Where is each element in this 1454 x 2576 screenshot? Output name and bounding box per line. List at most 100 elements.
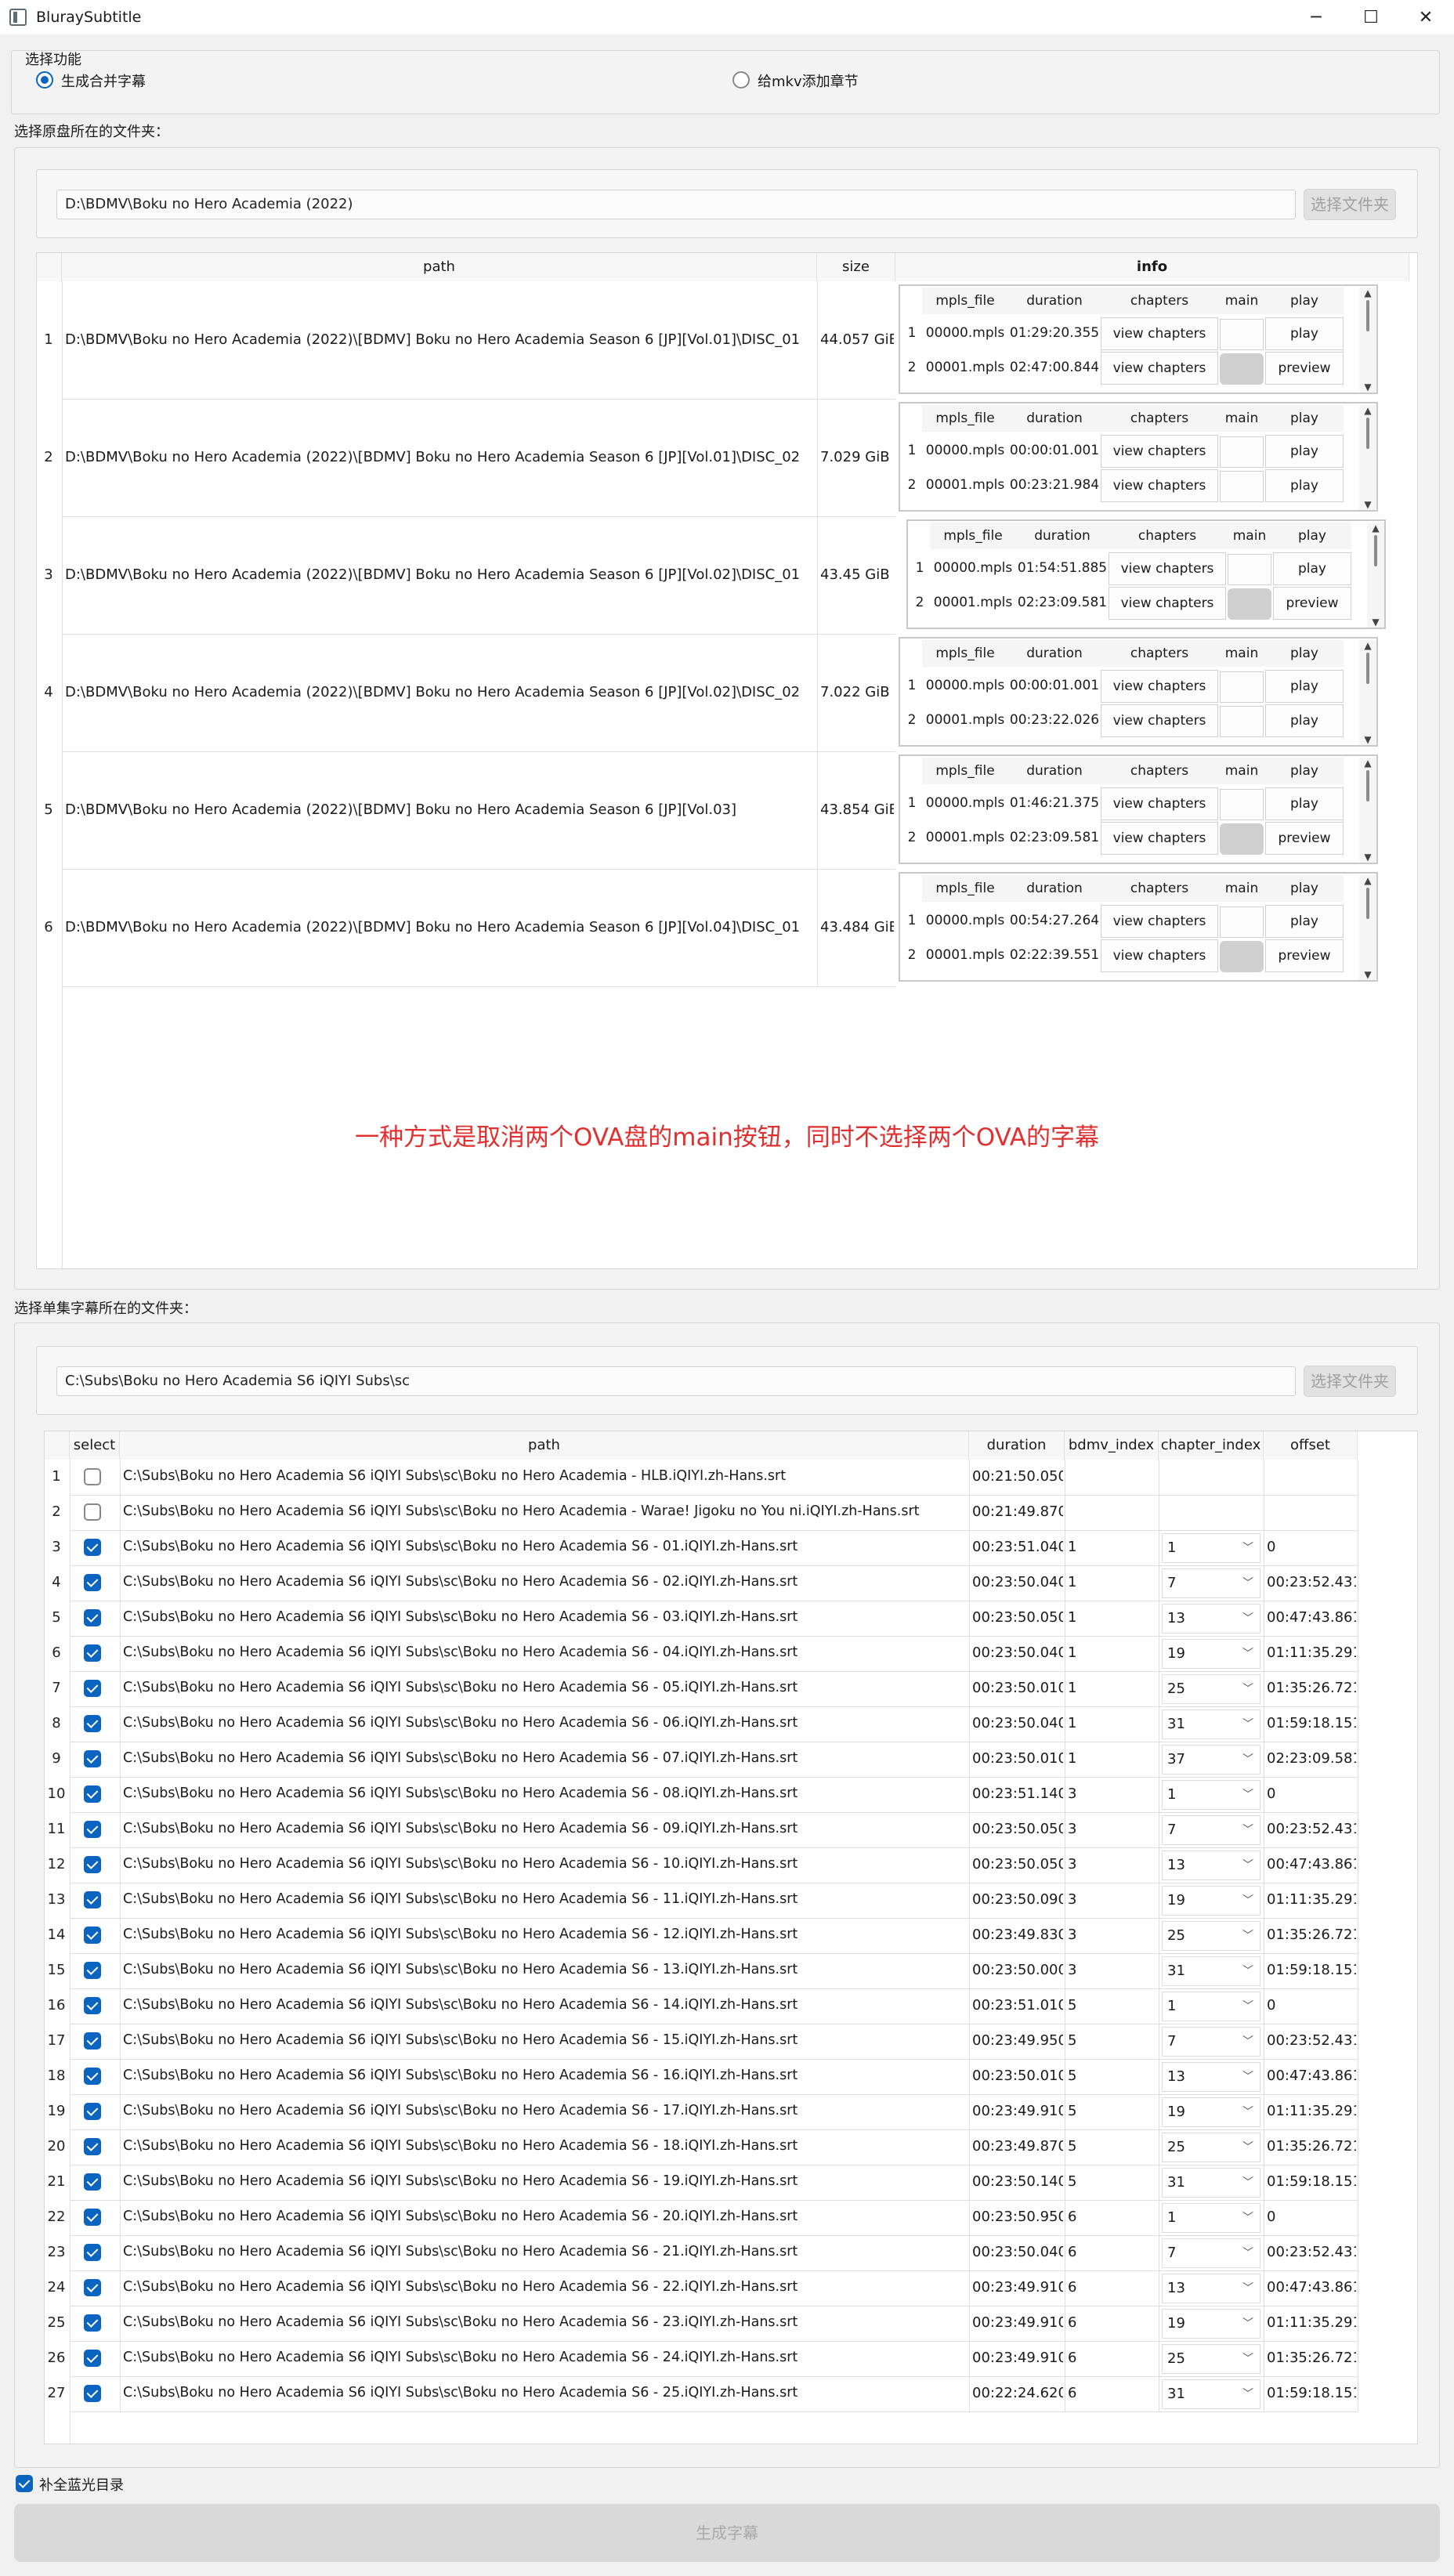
subtitle-select-checkbox[interactable] bbox=[84, 2068, 101, 2085]
mpls-scrollbar[interactable]: ▲ ▼ bbox=[1367, 523, 1384, 628]
chapter-index-dropdown[interactable]: 37 ﹀ bbox=[1162, 1745, 1260, 1775]
view-chapters-button[interactable]: view chapters bbox=[1101, 905, 1218, 938]
view-chapters-button[interactable]: view chapters bbox=[1101, 435, 1218, 468]
subs-choose-folder-button[interactable]: 选择文件夹 bbox=[1304, 1366, 1396, 1397]
bdmv-col-header-path[interactable]: path bbox=[62, 253, 817, 281]
subtitle-select-checkbox[interactable] bbox=[84, 2314, 101, 2332]
play-button[interactable]: play bbox=[1265, 469, 1344, 502]
scrollbar-thumb[interactable] bbox=[1366, 888, 1369, 919]
chapter-index-dropdown[interactable]: 1 ﹀ bbox=[1162, 1533, 1260, 1563]
view-chapters-button[interactable]: view chapters bbox=[1101, 787, 1218, 820]
scrollbar-thumb[interactable] bbox=[1374, 535, 1377, 566]
subs-col-header-chapter_index[interactable]: chapter_index bbox=[1159, 1431, 1264, 1460]
main-toggle-button[interactable] bbox=[1220, 789, 1264, 820]
maximize-button[interactable]: ☐ bbox=[1344, 0, 1398, 34]
scroll-up-arrow-icon[interactable]: ▲ bbox=[1359, 875, 1376, 886]
subtitle-select-checkbox[interactable] bbox=[84, 1750, 101, 1767]
main-toggle-button[interactable] bbox=[1220, 906, 1264, 938]
play-button[interactable]: play bbox=[1265, 905, 1344, 938]
subtitle-select-checkbox[interactable] bbox=[84, 1503, 101, 1521]
subtitle-select-checkbox[interactable] bbox=[84, 1785, 101, 1803]
chapter-index-dropdown[interactable]: 1 ﹀ bbox=[1162, 2203, 1260, 2233]
scroll-down-arrow-icon[interactable]: ▼ bbox=[1367, 617, 1384, 628]
subtitle-select-checkbox[interactable] bbox=[84, 1539, 101, 1556]
subtitle-select-checkbox[interactable] bbox=[84, 1680, 101, 1697]
title-bar[interactable]: BluraySubtitle ─ ☐ ✕ bbox=[0, 0, 1454, 34]
close-button[interactable]: ✕ bbox=[1398, 0, 1453, 34]
chapter-index-dropdown[interactable]: 19 ﹀ bbox=[1162, 2097, 1260, 2127]
subtitle-select-checkbox[interactable] bbox=[84, 2244, 101, 2261]
main-toggle-button[interactable] bbox=[1220, 941, 1264, 972]
chapter-index-dropdown[interactable]: 31 ﹀ bbox=[1162, 1709, 1260, 1739]
view-chapters-button[interactable]: view chapters bbox=[1101, 822, 1218, 855]
play-button[interactable]: play bbox=[1273, 552, 1351, 585]
view-chapters-button[interactable]: view chapters bbox=[1101, 352, 1218, 385]
chapter-index-dropdown[interactable]: 7 ﹀ bbox=[1162, 2027, 1260, 2057]
chapter-index-dropdown[interactable]: 19 ﹀ bbox=[1162, 1886, 1260, 1916]
chapter-index-dropdown[interactable]: 7 ﹀ bbox=[1162, 2238, 1260, 2268]
chapter-index-dropdown[interactable]: 1 ﹀ bbox=[1162, 1780, 1260, 1810]
main-toggle-button[interactable] bbox=[1220, 671, 1264, 703]
subtitle-select-checkbox[interactable] bbox=[84, 1609, 101, 1626]
main-toggle-button[interactable] bbox=[1220, 436, 1264, 468]
subtitle-select-checkbox[interactable] bbox=[84, 1856, 101, 1873]
scroll-up-arrow-icon[interactable]: ▲ bbox=[1367, 523, 1384, 534]
view-chapters-button[interactable]: view chapters bbox=[1101, 670, 1218, 703]
subs-col-header-duration[interactable]: duration bbox=[969, 1431, 1065, 1460]
main-toggle-button[interactable] bbox=[1220, 823, 1264, 855]
minimize-button[interactable]: ─ bbox=[1289, 0, 1344, 34]
preview-button[interactable]: preview bbox=[1273, 587, 1351, 620]
play-button[interactable]: play bbox=[1265, 435, 1344, 468]
scroll-down-arrow-icon[interactable]: ▼ bbox=[1359, 734, 1376, 745]
chapter-index-dropdown[interactable]: 19 ﹀ bbox=[1162, 2309, 1260, 2339]
scrollbar-thumb[interactable] bbox=[1366, 653, 1369, 684]
subtitle-select-checkbox[interactable] bbox=[84, 2385, 101, 2402]
play-button[interactable]: play bbox=[1265, 317, 1344, 350]
subs-col-header-select[interactable]: select bbox=[70, 1431, 120, 1460]
view-chapters-button[interactable]: view chapters bbox=[1101, 469, 1218, 502]
mpls-scrollbar[interactable]: ▲ ▼ bbox=[1359, 758, 1376, 863]
view-chapters-button[interactable]: view chapters bbox=[1109, 552, 1226, 585]
play-button[interactable]: play bbox=[1265, 670, 1344, 703]
preview-button[interactable]: preview bbox=[1265, 352, 1344, 385]
subs-col-header-offset[interactable]: offset bbox=[1264, 1431, 1358, 1460]
subtitle-select-checkbox[interactable] bbox=[84, 2279, 101, 2296]
scroll-down-arrow-icon[interactable]: ▼ bbox=[1359, 969, 1376, 980]
subtitle-select-checkbox[interactable] bbox=[84, 1574, 101, 1591]
subtitle-select-checkbox[interactable] bbox=[84, 1644, 101, 1662]
view-chapters-button[interactable]: view chapters bbox=[1109, 587, 1226, 620]
chapter-index-dropdown[interactable]: 25 ﹀ bbox=[1162, 2344, 1260, 2374]
main-toggle-button[interactable] bbox=[1220, 471, 1264, 502]
mpls-scrollbar[interactable]: ▲ ▼ bbox=[1359, 288, 1376, 393]
chapter-index-dropdown[interactable]: 25 ﹀ bbox=[1162, 1674, 1260, 1704]
scroll-up-arrow-icon[interactable]: ▲ bbox=[1359, 640, 1376, 651]
main-toggle-button[interactable] bbox=[1228, 554, 1271, 585]
main-toggle-button[interactable] bbox=[1220, 319, 1264, 350]
main-toggle-button[interactable] bbox=[1220, 706, 1264, 737]
chapter-index-dropdown[interactable]: 31 ﹀ bbox=[1162, 2379, 1260, 2409]
scrollbar-thumb[interactable] bbox=[1366, 300, 1369, 331]
scroll-up-arrow-icon[interactable]: ▲ bbox=[1359, 758, 1376, 769]
scrollbar-thumb[interactable] bbox=[1366, 418, 1369, 449]
main-toggle-button[interactable] bbox=[1220, 353, 1264, 385]
subtitle-select-checkbox[interactable] bbox=[84, 1468, 101, 1485]
scroll-up-arrow-icon[interactable]: ▲ bbox=[1359, 288, 1376, 298]
play-button[interactable]: play bbox=[1265, 787, 1344, 820]
view-chapters-button[interactable]: view chapters bbox=[1101, 317, 1218, 350]
chapter-index-dropdown[interactable]: 13 ﹀ bbox=[1162, 2274, 1260, 2303]
subs-col-header-path[interactable]: path bbox=[120, 1431, 969, 1460]
mpls-scrollbar[interactable]: ▲ ▼ bbox=[1359, 640, 1376, 745]
subtitle-select-checkbox[interactable] bbox=[84, 2209, 101, 2226]
chapter-index-dropdown[interactable]: 25 ﹀ bbox=[1162, 1921, 1260, 1951]
subtitle-select-checkbox[interactable] bbox=[84, 1891, 101, 1908]
subtitle-select-checkbox[interactable] bbox=[84, 2103, 101, 2120]
chapter-index-dropdown[interactable]: 7 ﹀ bbox=[1162, 1815, 1260, 1845]
mpls-scrollbar[interactable]: ▲ ▼ bbox=[1359, 405, 1376, 510]
chapter-index-dropdown[interactable]: 25 ﹀ bbox=[1162, 2133, 1260, 2162]
complete-bluray-dir-checkbox[interactable] bbox=[16, 2475, 33, 2492]
play-button[interactable]: play bbox=[1265, 704, 1344, 737]
add-chapters-radio[interactable] bbox=[732, 71, 750, 89]
subtitle-select-checkbox[interactable] bbox=[84, 1962, 101, 1979]
preview-button[interactable]: preview bbox=[1265, 939, 1344, 972]
scroll-up-arrow-icon[interactable]: ▲ bbox=[1359, 405, 1376, 416]
